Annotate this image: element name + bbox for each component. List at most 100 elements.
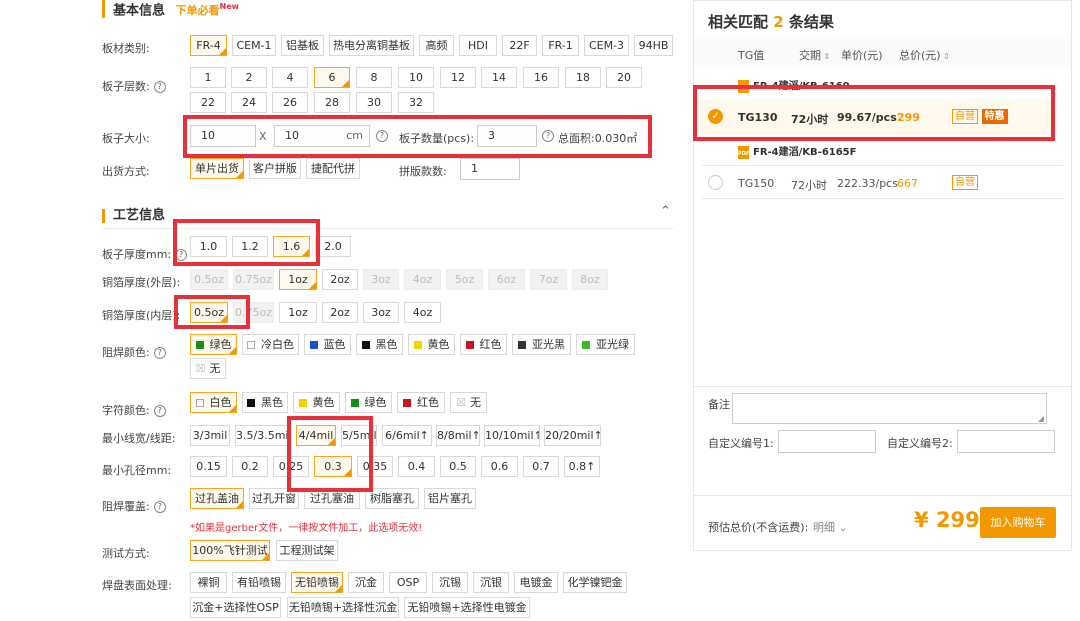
finish-option[interactable]: 沉金+选择性OSP — [190, 597, 281, 618]
hole-option-selected[interactable]: 0.3 — [314, 456, 352, 477]
layer-option[interactable]: 16 — [523, 67, 559, 88]
outer-copper-option[interactable]: 7oz — [530, 269, 567, 290]
layer-option[interactable]: 20 — [606, 67, 642, 88]
finish-option[interactable]: 有铅喷锡 — [232, 572, 286, 593]
question-circle-icon[interactable]: ? — [175, 249, 188, 261]
layer-option-selected[interactable]: 6 — [314, 67, 350, 88]
thickness-option[interactable]: 1.2 — [232, 236, 268, 257]
question-circle-icon[interactable]: ? — [542, 130, 554, 142]
inner-copper-option[interactable]: 0.75oz — [233, 302, 274, 323]
check-circle-icon[interactable]: ✓ — [708, 109, 723, 124]
trace-option[interactable]: 20/20mil↑ — [544, 425, 601, 446]
finish-option[interactable]: 化学镍钯金 — [563, 572, 627, 593]
pdf-icon[interactable]: PDF — [738, 79, 749, 93]
hole-option[interactable]: 0.7 — [523, 456, 559, 477]
outer-copper-option[interactable]: 0.5oz — [190, 269, 228, 290]
size-width-input[interactable]: 10 — [190, 125, 256, 147]
inner-copper-option[interactable]: 3oz — [363, 302, 399, 323]
finish-option[interactable]: 无铅喷锡+选择性沉金 — [287, 597, 399, 618]
mask-color-yellow[interactable]: 黄色 — [408, 334, 455, 355]
col-lead-time[interactable]: 交期 ⇕ — [799, 47, 830, 63]
board-type-hdi[interactable]: HDI — [459, 35, 497, 56]
finish-option[interactable]: 沉金 — [348, 572, 384, 593]
outer-copper-option[interactable]: 4oz — [404, 269, 441, 290]
trace-option[interactable]: 5/5mil — [341, 425, 377, 446]
silk-color-yellow[interactable]: 黄色 — [293, 392, 340, 413]
chevron-up-icon[interactable]: ⌃ — [660, 204, 671, 219]
layer-option[interactable]: 12 — [440, 67, 476, 88]
mask-color-matte-green[interactable]: 亚光绿 — [576, 334, 635, 355]
test-option[interactable]: 工程测试架 — [276, 540, 338, 561]
ship-option-customer[interactable]: 客户拼版 — [249, 158, 301, 179]
question-circle-icon[interactable]: ? — [376, 130, 388, 142]
mask-color-red[interactable]: 红色 — [460, 334, 507, 355]
finish-option[interactable]: OSP — [389, 572, 427, 593]
custom-code-1-input[interactable] — [778, 430, 876, 453]
detail-toggle[interactable]: 明细 ⌄ — [813, 519, 848, 535]
question-circle-icon[interactable]: ? — [153, 405, 166, 417]
hole-option[interactable]: 0.4 — [398, 456, 435, 477]
layer-option[interactable]: 2 — [231, 67, 267, 88]
layer-option[interactable]: 8 — [356, 67, 392, 88]
board-type-cem3[interactable]: CEM-3 — [584, 35, 629, 56]
outer-copper-option-selected[interactable]: 1oz — [279, 269, 317, 290]
via-option[interactable]: 树脂塞孔 — [365, 488, 419, 509]
silk-color-none[interactable]: ☒ 无 — [450, 392, 487, 413]
hole-option[interactable]: 0.35 — [357, 456, 393, 477]
inner-copper-option[interactable]: 1oz — [279, 302, 317, 323]
mask-color-black[interactable]: 黑色 — [356, 334, 403, 355]
board-type-fr4[interactable]: FR-4 — [190, 35, 227, 56]
pdf-icon[interactable]: PDF — [738, 145, 749, 159]
outer-copper-option[interactable]: 5oz — [446, 269, 483, 290]
board-type-94hb[interactable]: 94HB — [634, 35, 673, 56]
via-option[interactable]: 过孔塞油 — [304, 488, 360, 509]
silk-color-red[interactable]: 红色 — [397, 392, 445, 413]
outer-copper-option[interactable]: 0.75oz — [233, 269, 274, 290]
layer-option[interactable]: 14 — [481, 67, 517, 88]
question-circle-icon[interactable]: ? — [153, 501, 166, 513]
ship-option-single[interactable]: 单片出货 — [190, 158, 244, 179]
size-height-input[interactable]: 10 cm — [274, 125, 370, 147]
test-option-selected[interactable]: 100%飞针测试 — [190, 540, 270, 561]
question-circle-icon[interactable]: ? — [153, 347, 166, 359]
inner-copper-option[interactable]: 4oz — [404, 302, 441, 323]
thickness-option[interactable]: 1.0 — [190, 236, 227, 257]
hole-option[interactable]: 0.15 — [190, 456, 227, 477]
finish-option[interactable]: 裸铜 — [190, 572, 227, 593]
layer-option[interactable]: 4 — [272, 67, 308, 88]
via-option[interactable]: 铝片塞孔 — [424, 488, 476, 509]
mask-color-cool-white[interactable]: 冷白色 — [242, 334, 299, 355]
inner-copper-option-selected[interactable]: 0.5oz — [190, 302, 228, 323]
layer-option[interactable]: 22 — [190, 92, 226, 113]
silk-color-green[interactable]: 绿色 — [345, 392, 392, 413]
custom-code-2-input[interactable] — [957, 430, 1055, 453]
trace-option[interactable]: 6/6mil↑ — [382, 425, 432, 446]
board-type-thermal-copper[interactable]: 热电分离铜基板 — [329, 35, 414, 56]
via-option[interactable]: 过孔开窗 — [249, 488, 299, 509]
trace-option[interactable]: 10/10mil↑ — [484, 425, 540, 446]
inner-copper-option[interactable]: 2oz — [322, 302, 358, 323]
layer-option[interactable]: 18 — [565, 67, 601, 88]
hole-option[interactable]: 0.6 — [481, 456, 518, 477]
board-type-aluminum[interactable]: 铝基板 — [281, 35, 324, 56]
layer-option[interactable]: 32 — [398, 92, 434, 113]
layer-option[interactable]: 10 — [398, 67, 434, 88]
hole-option[interactable]: 0.8↑ — [564, 456, 600, 477]
add-to-cart-button[interactable]: 加入购物车 — [980, 507, 1056, 538]
trace-option[interactable]: 8/8mil↑ — [436, 425, 480, 446]
layer-option[interactable]: 30 — [356, 92, 392, 113]
question-circle-icon[interactable]: ? — [153, 81, 166, 93]
silk-color-black[interactable]: 黑色 — [242, 392, 288, 413]
silk-color-white[interactable]: 白色 — [190, 392, 237, 413]
finish-option[interactable]: 无铅喷锡+选择性电镀金 — [404, 597, 530, 618]
layer-option[interactable]: 28 — [314, 92, 350, 113]
finish-option[interactable]: 电镀金 — [514, 572, 558, 593]
hole-option[interactable]: 0.2 — [232, 456, 268, 477]
outer-copper-option[interactable]: 6oz — [488, 269, 525, 290]
layer-option[interactable]: 26 — [272, 92, 308, 113]
col-total-price[interactable]: 总价(元) ⇕ — [899, 47, 950, 63]
outer-copper-option[interactable]: 3oz — [363, 269, 399, 290]
board-type-22f[interactable]: 22F — [502, 35, 537, 56]
trace-option[interactable]: 3.5/3.5mil — [235, 425, 290, 446]
mask-color-matte-black[interactable]: 亚光黑 — [512, 334, 571, 355]
